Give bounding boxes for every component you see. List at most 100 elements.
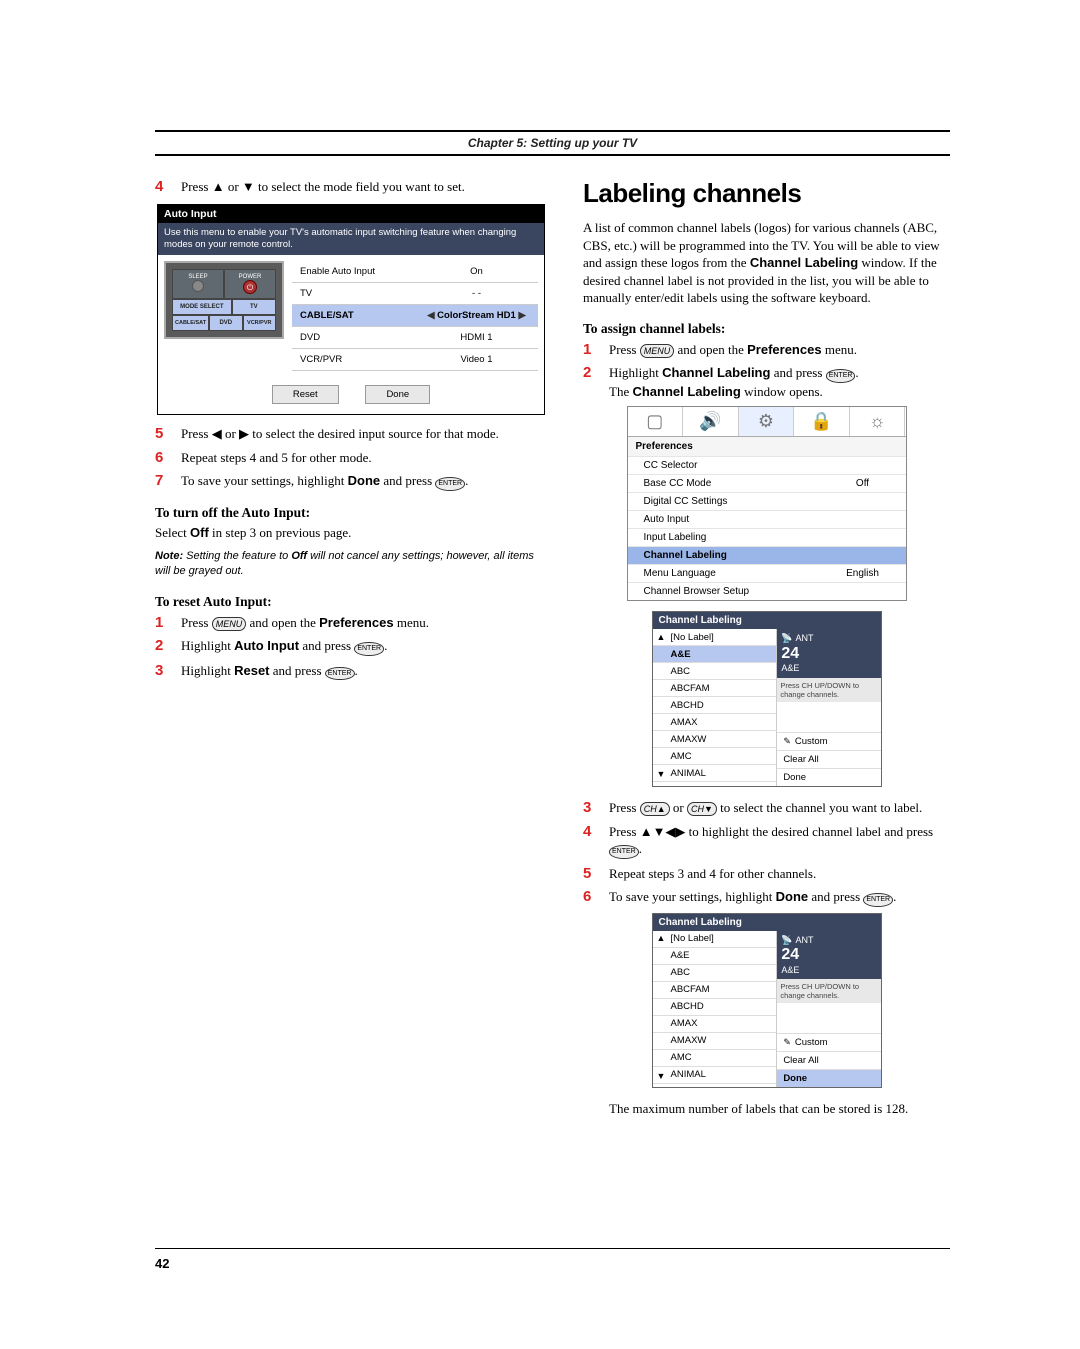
dialog-description: Use this menu to enable your TV's automa… xyxy=(158,223,544,256)
custom-button[interactable]: ✎Custom xyxy=(777,732,880,750)
enter-icon: ENTER xyxy=(609,845,639,858)
right-column: Labeling channels A list of common chann… xyxy=(583,178,950,1128)
menu-icon: MENU xyxy=(640,344,675,358)
step-text: Highlight Reset and press ENTER. xyxy=(181,662,545,680)
remote-tv: TV xyxy=(232,299,276,315)
remote-cablesat: CABLE/SAT xyxy=(172,315,209,331)
right-step-5: 5 Repeat steps 3 and 4 for other channel… xyxy=(583,865,950,883)
auto-input-table: Enable Auto InputOn TV- - CABLE/SATColor… xyxy=(292,261,538,371)
pref-item[interactable]: Digital CC Settings xyxy=(628,492,906,510)
scroll-up-icon[interactable]: ▲ xyxy=(657,933,666,943)
clear-all-button[interactable]: Clear All xyxy=(777,750,880,768)
dialog-title: Auto Input xyxy=(158,205,544,223)
lock-icon[interactable]: 🔒 xyxy=(794,407,850,436)
table-mode: DVD xyxy=(292,327,415,349)
table-input: Video 1 xyxy=(415,349,538,371)
cl-preview: 📡ANT24A&E xyxy=(777,931,880,980)
table-input: HDMI 1 xyxy=(415,327,538,349)
list-item[interactable]: ABCFAM xyxy=(653,680,777,697)
cl-right-panel: 📡ANT24A&E Press CH UP/DOWN to change cha… xyxy=(777,931,880,1088)
enter-icon: ENTER xyxy=(354,642,384,655)
list-item[interactable]: ABCHD xyxy=(653,697,777,714)
list-item[interactable]: AMC xyxy=(653,748,777,765)
pref-item[interactable]: CC Selector xyxy=(628,456,906,474)
step-text: Press ▲ or ▼ to select the mode field yo… xyxy=(181,178,545,196)
list-item[interactable]: AMAXW xyxy=(653,1033,777,1050)
list-item[interactable]: AMAXW xyxy=(653,731,777,748)
right-step-1: 1 Press MENU and open the Preferences me… xyxy=(583,341,950,359)
list-item[interactable]: A&E xyxy=(653,948,777,965)
list-item[interactable]: ▲[No Label] xyxy=(653,629,777,646)
page-number: 42 xyxy=(155,1256,169,1271)
scroll-down-icon[interactable]: ▼ xyxy=(657,769,666,779)
pref-item[interactable]: Channel Browser Setup xyxy=(628,582,906,600)
step-number: 3 xyxy=(583,799,609,817)
reset-step-2: 2 Highlight Auto Input and press ENTER. xyxy=(155,637,545,655)
list-item[interactable]: AMC xyxy=(653,1050,777,1067)
chapter-header: Chapter 5: Setting up your TV xyxy=(155,130,950,156)
reset-heading: To reset Auto Input: xyxy=(155,594,545,610)
note: Note: Setting the feature to Off will no… xyxy=(155,549,545,580)
list-item[interactable]: ▼ANIMAL xyxy=(653,765,777,782)
setup-icon[interactable]: ☼ xyxy=(850,407,906,436)
pref-item[interactable]: Auto Input xyxy=(628,510,906,528)
step-text: Repeat steps 4 and 5 for other mode. xyxy=(181,449,545,467)
turn-off-heading: To turn off the Auto Input: xyxy=(155,505,545,521)
list-item[interactable]: AMAX xyxy=(653,714,777,731)
right-step-4: 4 Press ▲▼◀▶ to highlight the desired ch… xyxy=(583,823,950,859)
pref-item[interactable]: Menu LanguageEnglish xyxy=(628,564,906,582)
picture-icon[interactable]: ▢ xyxy=(628,407,684,436)
ch-up-icon: CH▲ xyxy=(640,802,670,816)
cl-title: Channel Labeling xyxy=(653,914,881,931)
audio-icon[interactable]: 🔊 xyxy=(683,407,739,436)
list-item[interactable]: ▲[No Label] xyxy=(653,931,777,948)
right-step-6: 6 To save your settings, highlight Done … xyxy=(583,888,950,906)
pref-item-selected[interactable]: Channel Labeling xyxy=(628,546,906,564)
step-text: Press ▲▼◀▶ to highlight the desired chan… xyxy=(609,823,950,859)
remote-vcrpvr: VCR/PVR xyxy=(243,315,276,331)
list-item-selected[interactable]: A&E xyxy=(653,646,777,663)
turn-off-text: Select Off in step 3 on previous page. xyxy=(155,525,545,541)
list-item[interactable]: ▼ANIMAL xyxy=(653,1067,777,1084)
list-item[interactable]: ABC xyxy=(653,663,777,680)
clear-all-button[interactable]: Clear All xyxy=(777,1051,880,1069)
enter-icon: ENTER xyxy=(863,893,893,906)
section-title: Labeling channels xyxy=(583,178,950,209)
content-columns: 4 Press ▲ or ▼ to select the mode field … xyxy=(155,178,950,1128)
list-item[interactable]: ABCFAM xyxy=(653,982,777,999)
step-text: Press MENU and open the Preferences menu… xyxy=(609,341,950,359)
scroll-down-icon[interactable]: ▼ xyxy=(657,1071,666,1081)
cl-hint: Press CH UP/DOWN to change channels. xyxy=(777,979,880,1003)
custom-button[interactable]: ✎Custom xyxy=(777,1033,880,1051)
reset-button[interactable]: Reset xyxy=(272,385,339,404)
reset-step-3: 3 Highlight Reset and press ENTER. xyxy=(155,662,545,680)
cl-preview: 📡ANT24A&E xyxy=(777,629,880,678)
cl-label-list[interactable]: ▲[No Label] A&E ABC ABCFAM ABCHD AMAX AM… xyxy=(653,629,778,786)
reset-step-1: 1 Press MENU and open the Preferences me… xyxy=(155,614,545,632)
remote-sleep: SLEEP xyxy=(172,269,224,299)
list-item[interactable]: ABCHD xyxy=(653,999,777,1016)
done-button[interactable]: Done xyxy=(777,768,880,786)
list-item[interactable]: AMAX xyxy=(653,1016,777,1033)
assign-heading: To assign channel labels: xyxy=(583,321,950,337)
done-button[interactable]: Done xyxy=(365,385,430,404)
prefs-icon-row: ▢ 🔊 ⚙ 🔒 ☼ xyxy=(628,407,906,437)
step-text: Repeat steps 3 and 4 for other channels. xyxy=(609,865,950,883)
step-text: Press ◀ or ▶ to select the desired input… xyxy=(181,425,545,443)
scroll-up-icon[interactable]: ▲ xyxy=(657,632,666,642)
pref-item[interactable]: Input Labeling xyxy=(628,528,906,546)
prefs-title: Preferences xyxy=(628,437,906,456)
preferences-icon[interactable]: ⚙ xyxy=(739,407,795,436)
table-mode-selected[interactable]: CABLE/SAT xyxy=(292,305,415,327)
left-column: 4 Press ▲ or ▼ to select the mode field … xyxy=(155,178,545,1128)
table-input-selected[interactable]: ColorStream HD1 xyxy=(415,305,538,327)
step-number: 4 xyxy=(155,178,181,196)
step-6: 6 Repeat steps 4 and 5 for other mode. xyxy=(155,449,545,467)
pref-item[interactable]: Base CC ModeOff xyxy=(628,474,906,492)
cl-label-list[interactable]: ▲[No Label] A&E ABC ABCFAM ABCHD AMAX AM… xyxy=(653,931,778,1088)
done-button-selected[interactable]: Done xyxy=(777,1069,880,1087)
step-text: Highlight Channel Labeling and press ENT… xyxy=(609,364,950,400)
step-text: Press CH▲ or CH▼ to select the channel y… xyxy=(609,799,950,817)
list-item[interactable]: ABC xyxy=(653,965,777,982)
cl-hint: Press CH UP/DOWN to change channels. xyxy=(777,678,880,702)
